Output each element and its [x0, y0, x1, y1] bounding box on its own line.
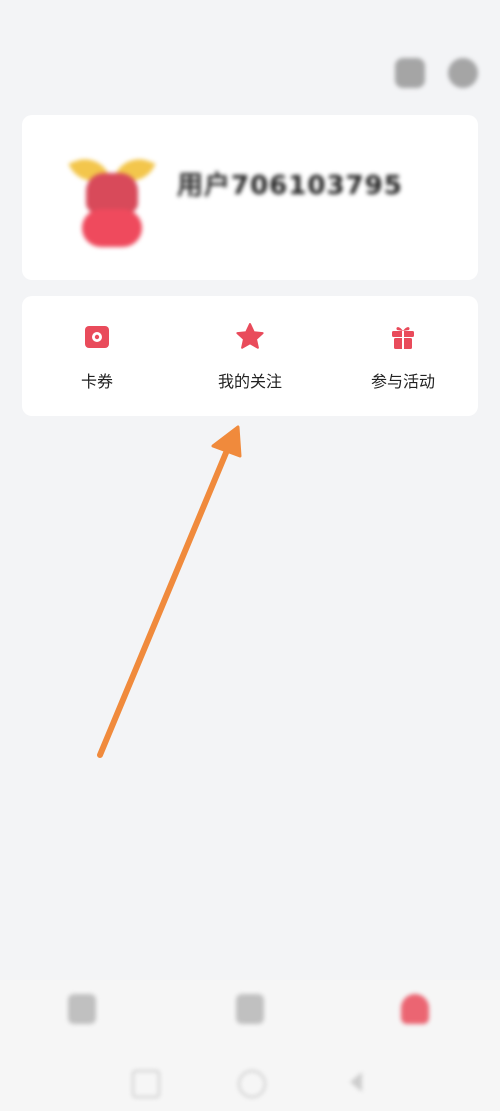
username: 用户706103795 — [177, 171, 403, 201]
nav-item-discover[interactable] — [220, 994, 280, 1064]
home-button[interactable] — [238, 1070, 266, 1098]
menu-item-following[interactable]: 我的关注 — [175, 296, 325, 416]
avatar[interactable] — [68, 151, 156, 247]
star-icon — [236, 323, 264, 349]
status-bar — [0, 0, 500, 36]
menu-label: 参与活动 — [370, 372, 435, 391]
nav-item-me[interactable] — [385, 994, 445, 1064]
menu-label: 我的关注 — [217, 372, 282, 391]
menu-label: 卡券 — [80, 372, 113, 391]
profile-card[interactable]: 用户706103795 — [22, 115, 478, 280]
me-icon — [401, 994, 429, 1024]
back-button[interactable] — [344, 1070, 368, 1094]
gift-icon — [392, 327, 414, 349]
menu-item-coupons[interactable]: 卡券 — [22, 296, 172, 416]
home-icon — [68, 994, 96, 1024]
coupon-icon — [85, 326, 109, 348]
message-icon[interactable] — [395, 58, 425, 88]
menu-item-activities[interactable]: 参与活动 — [328, 296, 478, 416]
settings-icon[interactable] — [448, 58, 478, 88]
quick-menu: 卡券 我的关注 参与活动 — [22, 296, 478, 416]
nav-item-home[interactable] — [52, 994, 112, 1064]
discover-icon — [236, 994, 264, 1024]
recent-apps-button[interactable] — [132, 1070, 160, 1098]
